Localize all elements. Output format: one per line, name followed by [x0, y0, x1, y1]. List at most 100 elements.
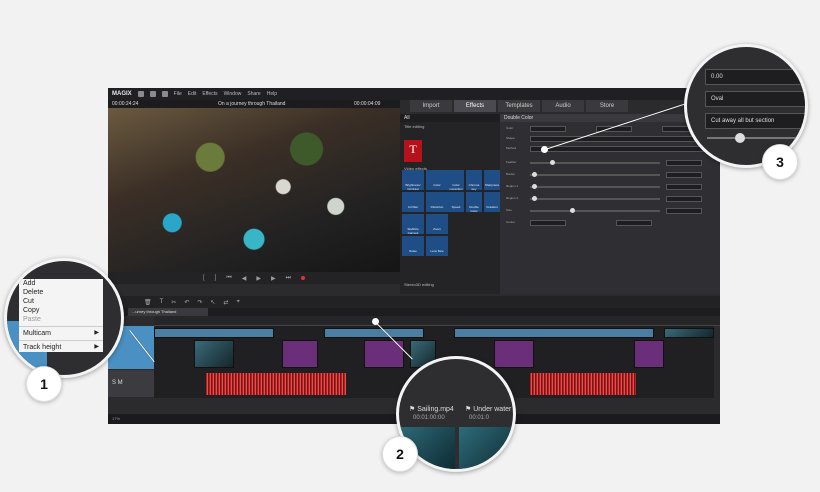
go-end-icon[interactable]: ⏭ [286, 275, 291, 282]
redo-icon[interactable]: ↷ [197, 299, 202, 306]
effect-noise[interactable]: Noise [402, 236, 424, 256]
color-value-1[interactable] [530, 126, 566, 132]
menu-multicam[interactable]: Multicam ▶ [19, 329, 103, 338]
slider-knob[interactable] [532, 184, 537, 189]
shape-field[interactable]: Oval [705, 91, 805, 107]
feather-slider[interactable] [530, 160, 660, 165]
menu-track-height[interactable]: Track height ▶ [19, 343, 103, 352]
method-field[interactable]: Cut away all but section [705, 113, 805, 129]
video-clip[interactable] [154, 328, 274, 338]
tab-import[interactable]: Import [410, 100, 452, 112]
timeline-ruler[interactable] [154, 316, 720, 326]
region2-slider[interactable] [530, 196, 660, 201]
menu-window[interactable]: Window [224, 91, 242, 97]
track-header-2[interactable]: S M [108, 370, 154, 398]
region1-slider[interactable] [530, 184, 660, 189]
menu-add[interactable]: Add [19, 279, 103, 288]
feather-value[interactable] [666, 160, 702, 166]
effect-speed[interactable]: Speed [448, 192, 464, 212]
menu-edit[interactable]: Edit [188, 91, 197, 97]
video-clip[interactable] [282, 340, 318, 368]
timeline-tabs: ...urney through Thailand [108, 308, 720, 316]
border-slider[interactable] [530, 172, 660, 177]
split-icon[interactable]: ✂ [171, 299, 176, 306]
audio-clip[interactable] [530, 373, 636, 395]
region1-value[interactable] [666, 184, 702, 190]
screenshot-stage: MAGIX File Edit Effects Window Share Hel… [0, 0, 820, 492]
text-icon[interactable]: T [160, 299, 164, 305]
slider-knob[interactable] [532, 196, 537, 201]
video-clip[interactable] [634, 340, 664, 368]
effect-chroma-key[interactable]: Chroma key [466, 170, 482, 191]
delete-icon[interactable]: 🗑 [144, 299, 152, 306]
brand-logo: MAGIX [112, 91, 132, 97]
effect-double-color[interactable]: Double Color [466, 192, 482, 213]
undo-icon[interactable]: ↶ [184, 299, 189, 306]
prev-frame-icon[interactable]: ◀ [242, 275, 247, 282]
size-value[interactable] [666, 208, 702, 214]
slider-knob[interactable] [550, 160, 555, 165]
tab-audio[interactable]: Audio [542, 100, 584, 112]
method-dropdown[interactable] [530, 146, 710, 152]
menu-copy[interactable]: Copy [19, 306, 103, 315]
menu-share[interactable]: Share [247, 91, 260, 97]
clip-time-underwater: 00:01:0 [469, 415, 490, 421]
next-frame-icon[interactable]: ▶ [271, 275, 276, 282]
new-file-icon[interactable] [137, 91, 144, 97]
effect-filter-dropdown[interactable]: All [400, 114, 500, 122]
region2-value[interactable] [666, 196, 702, 202]
effect-gradient[interactable]: Gradient [484, 192, 500, 212]
effect-list: All Title editing T Video effects Bright… [400, 114, 500, 294]
feather-slider-zoom[interactable] [707, 133, 805, 143]
section-title-editing[interactable]: Title editing [400, 122, 500, 131]
center-x-value[interactable] [530, 220, 566, 226]
value-field[interactable]: 0.00 [705, 69, 805, 85]
border-value[interactable] [666, 172, 702, 178]
size-slider[interactable] [530, 208, 660, 213]
effect-distortion[interactable]: Distortion [426, 192, 448, 212]
shape-dropdown[interactable] [530, 136, 710, 142]
effect-sharpness[interactable]: Sharpness [484, 170, 500, 190]
menu-cut[interactable]: Cut [19, 297, 103, 306]
menu-file[interactable]: File [174, 91, 182, 97]
menu-help[interactable]: Help [267, 91, 277, 97]
tab-templates[interactable]: Templates [498, 100, 540, 112]
open-folder-icon[interactable] [149, 91, 156, 97]
video-clip[interactable] [664, 328, 714, 338]
effect-brightness[interactable]: Brightness/ Contrast [402, 170, 424, 191]
submenu-arrow-icon: ▶ [94, 344, 99, 350]
section-stereo3d[interactable]: Stereo3D editing [400, 280, 438, 289]
pointer-icon[interactable]: ↖ [210, 299, 215, 306]
effect-color-correction[interactable]: Color correction [448, 170, 464, 191]
effect-lens-flare[interactable]: Lens flare [426, 236, 448, 256]
track-controls[interactable]: S M [112, 380, 123, 386]
title-editing-tile[interactable]: T [404, 140, 422, 162]
timeline-project-tab[interactable]: ...urney through Thailand [128, 308, 208, 316]
center-y-value[interactable] [616, 220, 652, 226]
mouse-mode-icon[interactable]: ⇄ [223, 299, 228, 306]
record-icon[interactable] [301, 276, 306, 280]
video-clip[interactable] [454, 328, 654, 338]
tab-effects[interactable]: Effects [454, 100, 496, 112]
slider-knob[interactable] [735, 133, 745, 143]
clip-thumbnail-underwater[interactable] [459, 427, 513, 469]
slider-knob[interactable] [532, 172, 537, 177]
menu-delete[interactable]: Delete [19, 288, 103, 297]
video-clip[interactable] [494, 340, 534, 368]
go-start-icon[interactable]: ⏮ [226, 275, 231, 282]
video-clip[interactable] [194, 340, 234, 368]
save-icon[interactable] [161, 91, 168, 97]
slider-knob[interactable] [570, 208, 575, 213]
play-icon[interactable]: ▶ [256, 275, 261, 282]
video-clip[interactable] [324, 328, 424, 338]
tab-store[interactable]: Store [586, 100, 628, 112]
audio-clip[interactable] [206, 373, 346, 395]
effect-art-filter[interactable]: Art filter [402, 192, 424, 212]
effect-color[interactable]: Color [426, 170, 448, 190]
effect-zoom[interactable]: Zoom [426, 214, 448, 234]
snap-icon[interactable]: ⌖ [236, 299, 239, 306]
mark-in-icon[interactable]: [ [203, 275, 205, 281]
menu-effects[interactable]: Effects [202, 91, 217, 97]
mark-out-icon[interactable]: ] [215, 275, 217, 281]
effect-stabilize[interactable]: Stabilize Camera [402, 214, 424, 235]
